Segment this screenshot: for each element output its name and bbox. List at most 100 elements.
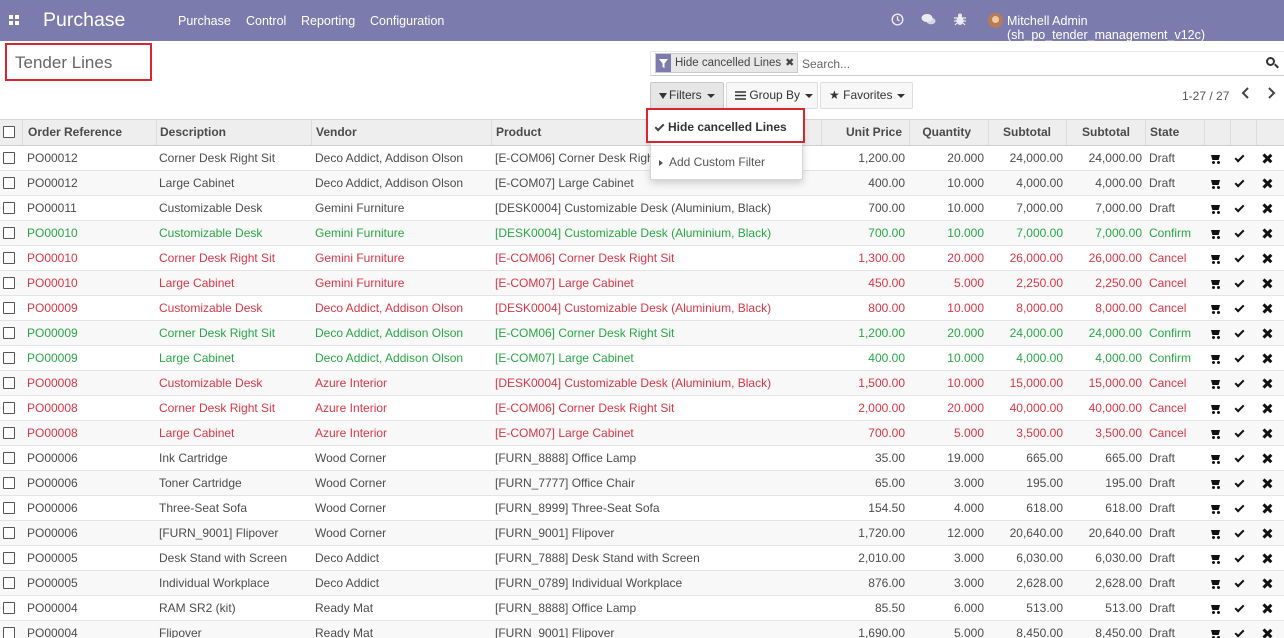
cart-icon[interactable] <box>1210 630 1220 638</box>
cancel-x-icon[interactable] <box>1262 478 1273 489</box>
row-checkbox[interactable] <box>3 277 15 289</box>
bug-icon[interactable] <box>954 13 966 29</box>
col-subtotal[interactable]: Subtotal <box>989 120 1067 145</box>
avatar[interactable] <box>988 13 1003 28</box>
confirm-check-icon[interactable] <box>1234 352 1246 363</box>
table-row[interactable]: PO00011 Customizable Desk Gemini Furniture… <box>0 196 1284 221</box>
col-state[interactable]: State <box>1146 120 1205 145</box>
cancel-x-icon[interactable] <box>1262 528 1273 539</box>
filters-button[interactable]: Filters <box>650 82 724 109</box>
row-checkbox[interactable] <box>3 252 15 264</box>
cart-icon[interactable] <box>1210 305 1220 314</box>
table-row[interactable]: PO00004 RAM SR2 (kit) Ready Mat [FURN_8888]… <box>0 596 1284 621</box>
confirm-check-icon[interactable] <box>1234 202 1246 213</box>
confirm-check-icon[interactable] <box>1234 502 1246 513</box>
table-row[interactable]: PO00009 Large Cabinet Deco Addict, Addison… <box>0 346 1284 371</box>
cart-icon[interactable] <box>1210 430 1220 439</box>
table-row[interactable]: PO00010 Customizable Desk Gemini Furniture… <box>0 221 1284 246</box>
table-row[interactable]: PO00009 Corner Desk Right Sit Deco Addict,… <box>0 321 1284 346</box>
cancel-x-icon[interactable] <box>1262 428 1273 439</box>
table-row[interactable]: PO00006 Toner Cartridge Wood Corner [FURN_7… <box>0 471 1284 496</box>
close-icon[interactable]: ✖ <box>785 54 797 72</box>
confirm-check-icon[interactable] <box>1234 452 1246 463</box>
user-menu[interactable]: Mitchell Admin (sh_po_tender_management_… <box>1007 14 1284 42</box>
row-checkbox[interactable] <box>3 202 15 214</box>
cart-icon[interactable] <box>1210 155 1220 164</box>
confirm-check-icon[interactable] <box>1234 152 1246 163</box>
cart-icon[interactable] <box>1210 255 1220 264</box>
row-checkbox[interactable] <box>3 177 15 189</box>
col-vendor[interactable]: Vendor <box>312 120 492 145</box>
cancel-x-icon[interactable] <box>1262 378 1273 389</box>
row-checkbox[interactable] <box>3 352 15 364</box>
row-checkbox[interactable] <box>3 477 15 489</box>
confirm-check-icon[interactable] <box>1234 227 1246 238</box>
cart-icon[interactable] <box>1210 605 1220 614</box>
menu-reporting[interactable]: Reporting <box>301 14 355 28</box>
table-row[interactable]: PO00004 Flipover Ready Mat [FURN_9001] Flip… <box>0 621 1284 638</box>
table-row[interactable]: PO00008 Corner Desk Right Sit Azure Interi… <box>0 396 1284 421</box>
cart-icon[interactable] <box>1210 205 1220 214</box>
cart-icon[interactable] <box>1210 355 1220 364</box>
chat-icon[interactable] <box>921 13 936 29</box>
row-checkbox[interactable] <box>3 402 15 414</box>
table-row[interactable]: PO00012 Large Cabinet Deco Addict, Addison… <box>0 171 1284 196</box>
table-row[interactable]: PO00009 Customizable Desk Deco Addict, Add… <box>0 296 1284 321</box>
cancel-x-icon[interactable] <box>1262 228 1273 239</box>
cancel-x-icon[interactable] <box>1262 503 1273 514</box>
cart-icon[interactable] <box>1210 180 1220 189</box>
cancel-x-icon[interactable] <box>1262 578 1273 589</box>
cancel-x-icon[interactable] <box>1262 328 1273 339</box>
cancel-x-icon[interactable] <box>1262 303 1273 314</box>
table-row[interactable]: PO00008 Customizable Desk Azure Interior [D… <box>0 371 1284 396</box>
cancel-x-icon[interactable] <box>1262 553 1273 564</box>
row-checkbox[interactable] <box>3 552 15 564</box>
favorites-button[interactable]: ★ Favorites <box>820 82 913 109</box>
table-row[interactable]: PO00012 Corner Desk Right Sit Deco Addict,… <box>0 146 1284 171</box>
table-row[interactable]: PO00006 [FURN_9001] Flipover Wood Corner [F… <box>0 521 1284 546</box>
col-order-reference[interactable]: Order Reference <box>24 120 157 145</box>
cancel-x-icon[interactable] <box>1262 453 1273 464</box>
cancel-x-icon[interactable] <box>1262 603 1273 614</box>
row-checkbox[interactable] <box>3 527 15 539</box>
search-icon[interactable] <box>1266 57 1279 69</box>
confirm-check-icon[interactable] <box>1234 377 1246 388</box>
menu-control[interactable]: Control <box>246 14 286 28</box>
select-all-checkbox[interactable] <box>3 126 15 138</box>
chevron-right-icon[interactable] <box>1266 86 1276 103</box>
table-row[interactable]: PO00006 Three-Seat Sofa Wood Corner [FURN_8… <box>0 496 1284 521</box>
cancel-x-icon[interactable] <box>1262 253 1273 264</box>
cancel-x-icon[interactable] <box>1262 403 1273 414</box>
row-checkbox[interactable] <box>3 302 15 314</box>
cart-icon[interactable] <box>1210 230 1220 239</box>
table-row[interactable]: PO00005 Desk Stand with Screen Deco Addict… <box>0 546 1284 571</box>
col-description[interactable]: Description <box>156 120 312 145</box>
confirm-check-icon[interactable] <box>1234 627 1246 638</box>
search-input[interactable] <box>802 57 1242 71</box>
cart-icon[interactable] <box>1210 555 1220 564</box>
pager-value[interactable]: 1-27 / 27 <box>1182 89 1229 103</box>
cart-icon[interactable] <box>1210 480 1220 489</box>
cart-icon[interactable] <box>1210 405 1220 414</box>
table-row[interactable]: PO00010 Corner Desk Right Sit Gemini Furni… <box>0 246 1284 271</box>
confirm-check-icon[interactable] <box>1234 527 1246 538</box>
confirm-check-icon[interactable] <box>1234 327 1246 338</box>
cart-icon[interactable] <box>1210 280 1220 289</box>
col-subtotal-2[interactable]: Subtotal <box>1067 120 1146 145</box>
cart-icon[interactable] <box>1210 530 1220 539</box>
cart-icon[interactable] <box>1210 380 1220 389</box>
confirm-check-icon[interactable] <box>1234 427 1246 438</box>
row-checkbox[interactable] <box>3 427 15 439</box>
filter-hide-cancelled[interactable]: Hide cancelled Lines <box>654 120 787 134</box>
row-checkbox[interactable] <box>3 327 15 339</box>
col-quantity[interactable]: Quantity <box>910 120 989 145</box>
menu-configuration[interactable]: Configuration <box>370 14 444 28</box>
confirm-check-icon[interactable] <box>1234 602 1246 613</box>
confirm-check-icon[interactable] <box>1234 252 1246 263</box>
row-checkbox[interactable] <box>3 602 15 614</box>
chevron-left-icon[interactable] <box>1241 86 1251 103</box>
table-row[interactable]: PO00010 Large Cabinet Gemini Furniture [E-C… <box>0 271 1284 296</box>
col-unit-price[interactable]: Unit Price <box>822 120 910 145</box>
app-name[interactable]: Purchase <box>43 9 125 32</box>
row-checkbox[interactable] <box>3 152 15 164</box>
